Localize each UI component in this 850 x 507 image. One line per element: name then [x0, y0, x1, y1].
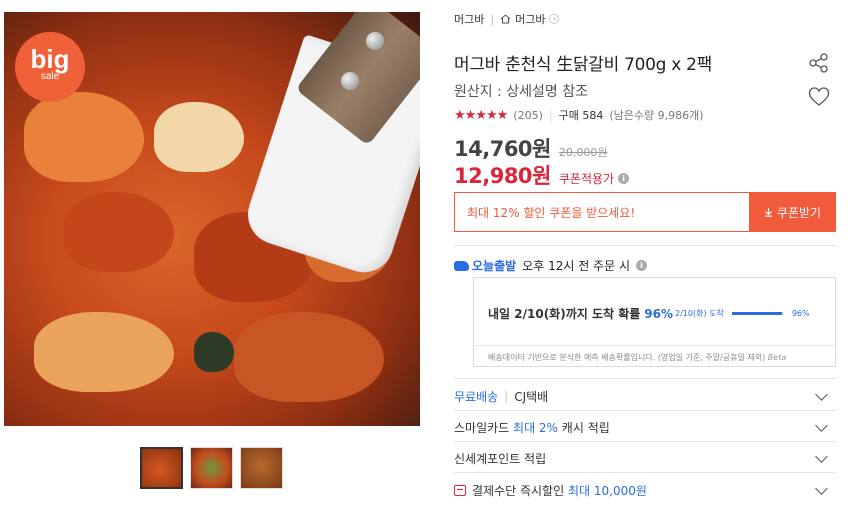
- coupon-price-label: 쿠폰적용가 i: [558, 170, 630, 187]
- option-shinsegae-point[interactable]: 신세계포인트 적립: [454, 443, 836, 473]
- free-shipping-label: 무료배송: [454, 389, 499, 404]
- today-shipping-tag: 오늘출발: [454, 257, 516, 274]
- info-icon[interactable]: i: [618, 173, 630, 184]
- beta-label: Beta: [767, 353, 787, 362]
- coupon-price: 12,980원: [454, 164, 551, 188]
- probability-bar: [731, 312, 784, 315]
- chevron-down-icon: [815, 388, 828, 401]
- option-smile-card[interactable]: 스마일카드 최대 2% 캐시 적립: [454, 412, 836, 442]
- product-main-image: big sale: [4, 12, 420, 426]
- sale-price: 14,760원: [454, 137, 551, 161]
- coupon-download-button[interactable]: 쿠폰받기: [749, 192, 836, 232]
- thumbnail-2[interactable]: [190, 447, 233, 489]
- breadcrumb: 머그바 | 머그바 ›: [454, 11, 560, 27]
- coupon-label-text: 쿠폰적용가: [558, 172, 615, 186]
- coupon-price-row: 12,980원 쿠폰적용가 i: [454, 160, 630, 190]
- heart-icon[interactable]: [808, 86, 830, 108]
- arrival-row: 내일 2/10(화)까지 도착 확률 96%: [488, 305, 673, 322]
- thumbnail-list: [140, 447, 283, 489]
- delivery-note: 배송데이터 기반으로 분석한 예측 배송확률입니다. (영업일 기준, 주말/공…: [474, 345, 835, 363]
- delivery-prediction-box: 내일 2/10(화)까지 도착 확률 96% 2/10(화) 도착 96% 배송…: [473, 277, 836, 367]
- badge-line2: sale: [40, 71, 60, 82]
- breadcrumb-divider: |: [490, 12, 495, 26]
- share-icon[interactable]: [808, 52, 830, 74]
- stock-remaining: (남은수량 9,986개): [609, 109, 704, 122]
- coupon-banner: 최대 12% 할인 쿠폰을 받으세요! 쿠폰받기: [454, 192, 836, 232]
- mini-chart-label: 2/10(화) 도착: [675, 309, 724, 318]
- arrival-probability: 96%: [644, 306, 674, 321]
- product-title: 머그바 춘천식 生닭갈비 700g x 2팩: [454, 55, 712, 75]
- coupon-message: 최대 12% 할인 쿠폰을 받으세요!: [454, 192, 749, 232]
- divider: [454, 410, 836, 411]
- arrival-text: 내일 2/10(화)까지 도착 확률: [488, 307, 641, 321]
- home-icon: [500, 14, 511, 24]
- smile-card-label: 스마일카드: [454, 420, 510, 435]
- payment-discount-label: 결제수단 즉시할인: [472, 483, 565, 498]
- option-payment-discount[interactable]: 결제수단 즉시할인 최대 10,000원: [454, 475, 836, 505]
- divider: [454, 378, 836, 379]
- chevron-down-icon: [815, 482, 828, 495]
- truck-icon: [454, 260, 469, 271]
- rating-divider: |: [548, 108, 553, 122]
- review-count[interactable]: (205): [513, 109, 543, 122]
- download-icon: [764, 208, 772, 217]
- original-price: 20,000원: [558, 146, 608, 159]
- divider: [454, 441, 836, 442]
- smile-card-suffix: 캐시 적립: [561, 420, 610, 435]
- mini-chart-pct: 96%: [791, 309, 810, 318]
- shinsegae-point-label: 신세계포인트 적립: [454, 451, 547, 466]
- thumbnail-3[interactable]: [240, 447, 283, 489]
- coupon-button-label: 쿠폰받기: [776, 205, 822, 220]
- rating-stars: ★★★★★: [454, 107, 508, 123]
- chevron-down-icon: [815, 450, 828, 463]
- thumbnail-1[interactable]: [140, 447, 183, 489]
- shipping-cutoff: 오후 12시 전 주문 시: [522, 259, 630, 273]
- divider: [454, 245, 836, 246]
- smile-card-highlight: 최대 2%: [513, 420, 558, 435]
- today-shipping-row: 오늘출발 오후 12시 전 주문 시 i: [454, 257, 647, 274]
- delivery-note-text: 배송데이터 기반으로 분석한 예측 배송확률입니다. (영업일 기준, 주말/공…: [488, 353, 766, 362]
- option-free-shipping[interactable]: 무료배송 | CJ택배: [454, 381, 836, 411]
- today-shipping-label: 오늘출발: [472, 259, 517, 273]
- sale-price-row: 14,760원 20,000원: [454, 133, 607, 163]
- big-sale-badge: big sale: [15, 32, 85, 102]
- breadcrumb-store[interactable]: 머그바: [515, 11, 545, 27]
- probability-bar-fill: [731, 312, 782, 315]
- arrival-mini-chart: 2/10(화) 도착 96%: [675, 308, 810, 319]
- info-icon[interactable]: i: [635, 260, 647, 271]
- breadcrumb-brand[interactable]: 머그바: [454, 11, 484, 27]
- purchase-count: 구매 584: [558, 109, 604, 122]
- card-icon: [454, 484, 466, 496]
- origin-info: 원산지 : 상세설명 참조: [454, 84, 588, 100]
- chevron-right-icon[interactable]: ›: [549, 14, 560, 24]
- payment-discount-highlight: 최대 10,000원: [567, 483, 647, 498]
- badge-line1: big: [30, 44, 70, 74]
- courier-name: CJ택배: [514, 389, 549, 404]
- rating-row: ★★★★★ (205) | 구매 584 (남은수량 9,986개): [454, 107, 704, 123]
- divider: [454, 472, 836, 473]
- option-divider: |: [504, 389, 509, 403]
- chevron-down-icon: [815, 419, 828, 432]
